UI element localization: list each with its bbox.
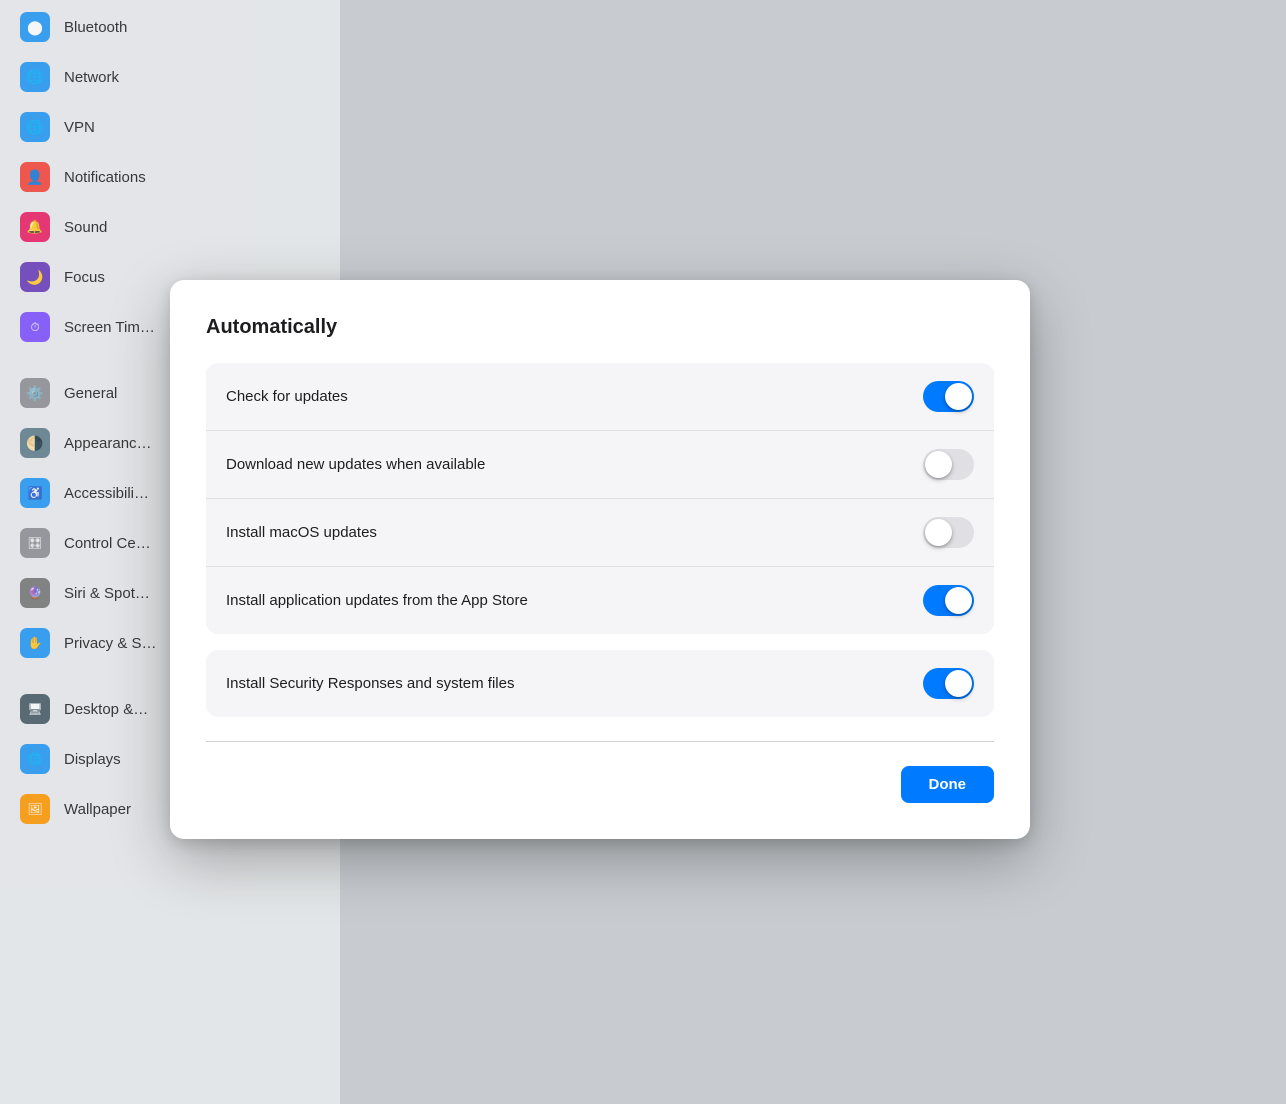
install-security-toggle[interactable] [923,668,974,699]
modal-dialog: Automatically Check for updates Download… [170,280,1030,839]
toggle-group-2: Install Security Responses and system fi… [206,650,994,717]
toggle-row-install-security: Install Security Responses and system fi… [206,650,994,717]
privacy-icon: ✋ [20,628,50,658]
sidebar-item-label-screentime: Screen Tim… [64,319,155,336]
toggle-row-install-appstore: Install application updates from the App… [206,566,994,634]
screentime-icon: ⏱ [20,312,50,342]
toggle-group-1: Check for updates Download new updates w… [206,363,994,634]
modal-title: Automatically [206,316,994,339]
accessibility-icon: ♿ [20,478,50,508]
bluetooth-icon: ⬤ [20,12,50,42]
focus-icon: 🌙 [20,262,50,292]
sidebar-item-label-notifications: Notifications [64,169,146,186]
sound-icon: 🔔 [20,212,50,242]
sidebar-item-label-bluetooth: Bluetooth [64,19,127,36]
toggle-row-download-updates: Download new updates when available [206,430,994,498]
siri-icon: 🔮 [20,578,50,608]
sidebar-item-label-accessibility: Accessibili… [64,485,149,502]
sidebar-item-label-sound: Sound [64,219,107,236]
sidebar-item-label-controlcenter: Control Ce… [64,535,151,552]
done-button[interactable]: Done [901,766,995,803]
notifications-icon: 👤 [20,162,50,192]
sidebar-item-label-displays: Displays [64,751,121,768]
check-updates-knob [945,383,972,410]
check-updates-toggle[interactable] [923,381,974,412]
sidebar-item-label-appearance: Appearanc… [64,435,152,452]
appearance-icon: 🌗 [20,428,50,458]
toggle-row-check-updates: Check for updates [206,363,994,430]
sidebar-item-notifications[interactable]: 👤 Notifications [0,152,340,202]
download-updates-toggle[interactable] [923,449,974,480]
sidebar-item-network[interactable]: 🌐 Network [0,52,340,102]
sidebar-item-label-privacy: Privacy & S… [64,635,157,652]
install-security-label: Install Security Responses and system fi… [226,675,514,692]
download-updates-label: Download new updates when available [226,456,485,473]
sidebar-item-label-general: General [64,385,117,402]
install-macos-label: Install macOS updates [226,524,377,541]
install-appstore-toggle[interactable] [923,585,974,616]
modal-footer: Done [206,766,994,803]
install-macos-toggle[interactable] [923,517,974,548]
controlcenter-icon: 🎛 [20,528,50,558]
sidebar-item-label-vpn: VPN [64,119,95,136]
install-macos-knob [925,519,952,546]
install-appstore-label: Install application updates from the App… [226,592,528,609]
modal-divider [206,741,994,742]
vpn-icon: 🌐 [20,112,50,142]
check-updates-label: Check for updates [226,388,348,405]
sidebar-item-sound[interactable]: 🔔 Sound [0,202,340,252]
sidebar-item-label-siri: Siri & Spot… [64,585,150,602]
sidebar-item-label-focus: Focus [64,269,105,286]
sidebar-item-label-wallpaper: Wallpaper [64,801,131,818]
toggle-row-install-macos: Install macOS updates [206,498,994,566]
displays-icon: 🌐 [20,744,50,774]
sidebar-item-label-network: Network [64,69,119,86]
install-appstore-knob [945,587,972,614]
download-updates-knob [925,451,952,478]
general-icon: ⚙️ [20,378,50,408]
sidebar-item-bluetooth[interactable]: ⬤ Bluetooth [0,0,340,52]
sidebar-item-vpn[interactable]: 🌐 VPN [0,102,340,152]
wallpaper-icon: 🖼 [20,794,50,824]
sidebar-item-label-desktop: Desktop &… [64,701,148,718]
desktop-icon: 🖥 [20,694,50,724]
network-icon: 🌐 [20,62,50,92]
install-security-knob [945,670,972,697]
